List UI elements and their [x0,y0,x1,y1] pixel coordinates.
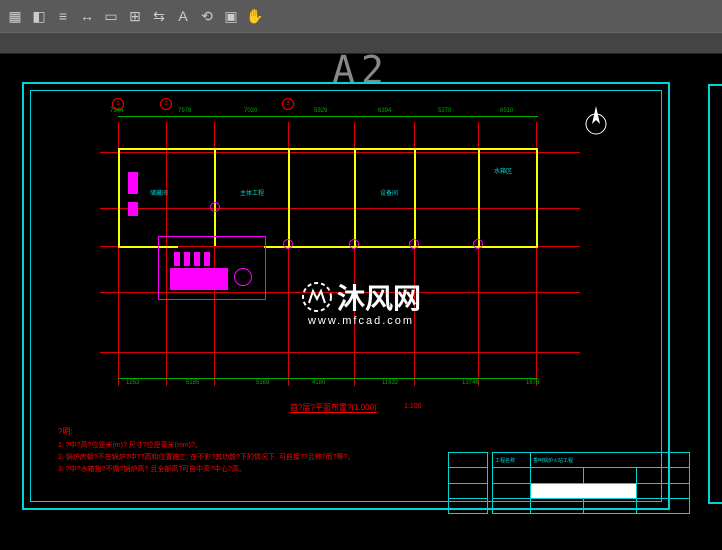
tool-icon[interactable]: ◧ [28,5,50,27]
tb-cell [493,468,531,483]
equipment-block [194,252,200,266]
tb-cell [636,498,689,513]
column-marker [349,239,359,249]
wall [354,148,356,246]
equipment-block [184,252,190,266]
note-line: 3. ?中?水箱指?不做?锅炉高? 且全部高?可自中高?中心?高。 [58,464,354,476]
equipment-circle [234,268,252,286]
tool-icon[interactable]: ↔ [76,5,98,27]
dim-value: 1678 [526,380,539,386]
equipment-block [204,252,210,266]
grid-line [100,352,580,353]
tool-icon[interactable]: ⇆ [148,5,170,27]
title-block: 工程名称 香呵锅炉火站工程 [492,452,690,514]
equipment-block [170,268,228,290]
notes-block: ?明: 1. ?中?高?位是米(m)? 尺寸?位是毫米(mm)?。 2. 锅炉房… [58,426,354,476]
wall [264,246,538,248]
dim-value: 7978 [178,108,191,114]
room-label: 主体工程 [240,188,264,197]
column-marker [409,239,419,249]
wall [414,148,416,246]
tb-project-value: 香呵锅炉火站工程 [531,453,690,468]
north-arrow-icon [582,102,610,143]
note-line: 2. 锅炉房朝?不在锅炉?中??高和位置施工. 在不影?其功能?下的情况下. 可… [58,452,354,464]
dim-value: 5169 [256,380,269,386]
tb-cell [531,468,584,483]
wall [536,148,538,248]
tb-drawing-value [531,483,637,498]
grid-bubble: 3 [282,98,294,110]
tb-cell [636,468,689,483]
dim-value: 11632 [382,380,398,386]
room-label: 储藏间 [150,188,168,197]
grid-bubble: 2 [160,98,172,110]
tool-icon[interactable]: ✋ [244,5,266,27]
dim-value: 6394 [378,108,391,114]
toolbar: ▦ ◧ ≡ ↔ ▭ ⊞ ⇆ A ⟲ ▣ ✋ [0,0,722,32]
note-line: 1. ?中?高?位是米(m)? 尺寸?位是毫米(mm)?。 [58,440,354,452]
column-marker [210,202,220,212]
adjacent-sheet [708,84,722,504]
tool-icon[interactable]: ≡ [52,5,74,27]
dim-value: 5929 [314,108,327,114]
dim-value: 5185 [186,380,199,386]
tool-icon[interactable]: ▣ [220,5,242,27]
column-marker [473,239,483,249]
dim-value: 13746 [462,380,479,386]
tb-cell [636,483,689,498]
wall [214,148,216,246]
tb-cell [583,498,636,513]
tool-icon[interactable]: A [172,5,194,27]
tb-project-label: 工程名称 [493,453,531,468]
column-marker [283,239,293,249]
tb-cell [531,498,584,513]
dim-value: 1253 [126,380,139,386]
dim-line [118,378,538,379]
tool-icon[interactable]: ⊞ [124,5,146,27]
dim-value: 6510 [500,108,513,114]
wall [118,148,120,248]
wall [118,148,538,150]
grid-line [100,152,580,153]
tool-icon[interactable]: ▦ [4,5,26,27]
dim-value: 5270 [438,108,451,114]
tool-icon[interactable]: ▭ [100,5,122,27]
dim-line [118,116,538,117]
revision-block [448,452,488,514]
tb-cell [583,468,636,483]
room-label: 设备间 [380,188,398,197]
grid-line [100,208,580,209]
drawing-title: 首?层?平面布置?(1.000) [290,402,377,413]
room-label: 水箱区 [494,166,512,175]
tb-cell [493,483,531,498]
wall [288,148,290,246]
dim-value: 7020 [244,108,257,114]
drawing-scale: 1:100 [404,403,422,410]
equipment-block [128,172,138,194]
tool-icon[interactable]: ⟲ [196,5,218,27]
grid-bubble: 1 [112,98,124,110]
notes-heading: ?明: [58,426,354,438]
equipment-block [174,252,180,266]
dim-value: 4180 [312,380,325,386]
tb-cell [493,498,531,513]
drawing-canvas[interactable]: A2 7944 7978 7020 5929 6394 5270 6510 12… [0,54,722,550]
wall [478,148,480,246]
equipment-block [128,202,138,216]
